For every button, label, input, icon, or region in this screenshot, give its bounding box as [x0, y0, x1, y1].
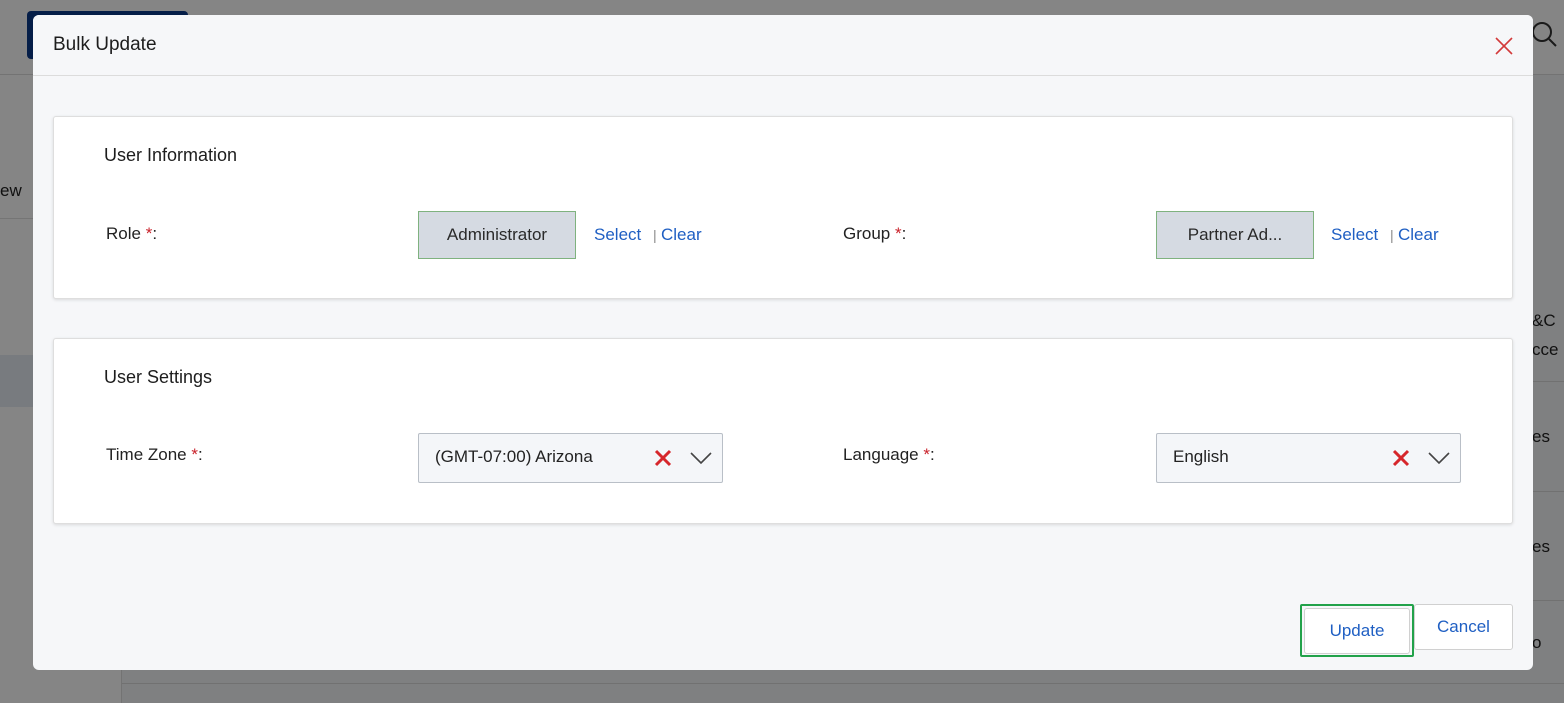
close-icon[interactable] [1493, 35, 1515, 57]
time-zone-select[interactable]: (GMT-07:00) Arizona [418, 433, 723, 483]
group-select-link[interactable]: Select [1331, 225, 1378, 245]
chevron-down-icon[interactable] [1427, 450, 1451, 466]
link-separator: | [1390, 227, 1394, 243]
dialog-title: Bulk Update [53, 34, 157, 55]
group-value-chip: Partner Ad... [1156, 211, 1314, 259]
time-zone-value: (GMT-07:00) Arizona [435, 447, 593, 466]
clear-x-icon[interactable] [653, 448, 673, 468]
user-settings-section: User Settings Time Zone *: (GMT-07:00) A… [53, 338, 1513, 524]
role-value-chip: Administrator [418, 211, 576, 259]
group-label: Group *: [843, 224, 907, 243]
section-title: User Information [104, 145, 238, 165]
language-select[interactable]: English [1156, 433, 1461, 483]
dialog-header: Bulk Update [33, 15, 1533, 76]
bulk-update-dialog: Bulk Update User Information Role *: Adm… [33, 15, 1533, 670]
time-zone-label: Time Zone *: [106, 445, 203, 464]
link-separator: | [653, 227, 657, 243]
chevron-down-icon[interactable] [689, 450, 713, 466]
group-clear-link[interactable]: Clear [1398, 225, 1439, 245]
section-title: User Settings [104, 367, 213, 387]
language-label: Language *: [843, 445, 935, 464]
required-marker: * [894, 224, 902, 243]
role-clear-link[interactable]: Clear [661, 225, 702, 245]
clear-x-icon[interactable] [1391, 448, 1411, 468]
required-marker: * [923, 445, 930, 464]
cancel-button[interactable]: Cancel [1414, 604, 1513, 650]
role-select-link[interactable]: Select [594, 225, 641, 245]
required-marker: * [191, 445, 198, 464]
user-information-section: User Information Role *: Administrator S… [53, 116, 1513, 299]
update-button[interactable]: Update [1304, 608, 1410, 654]
language-value: English [1173, 447, 1229, 466]
role-label: Role *: [106, 224, 158, 243]
